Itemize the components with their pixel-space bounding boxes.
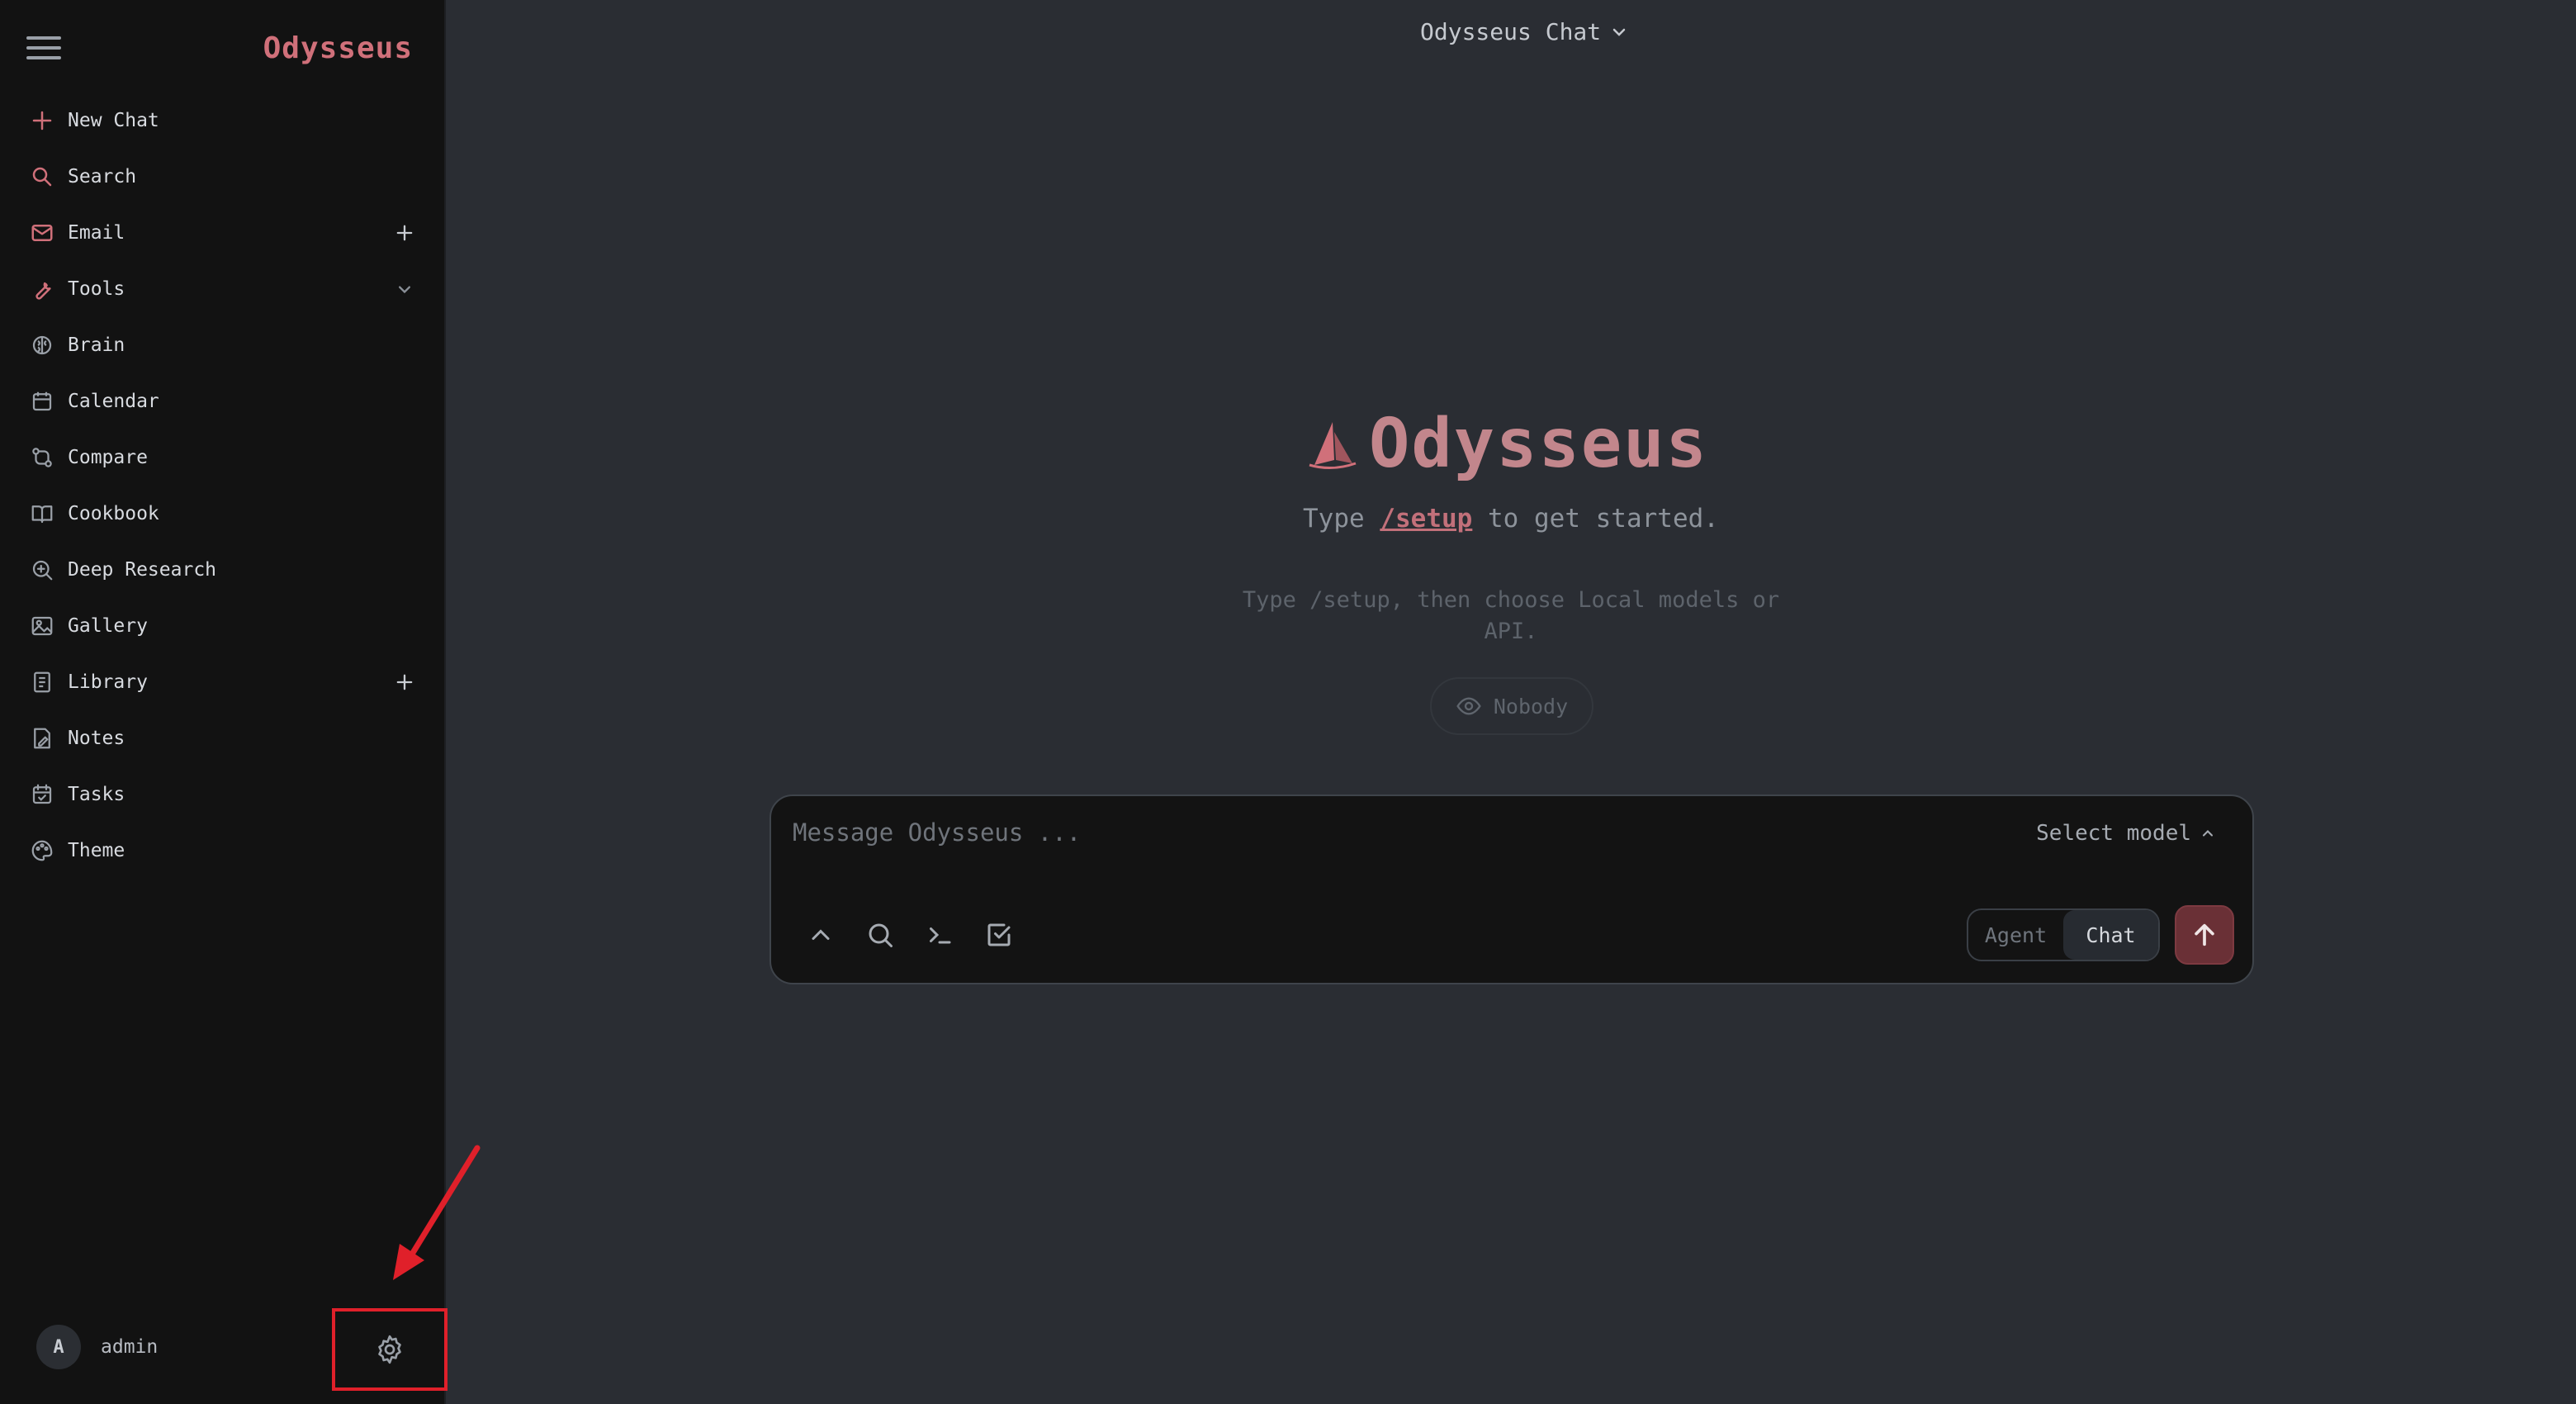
sidebar-item-label: Cookbook [68, 503, 159, 524]
image-icon [30, 614, 54, 638]
sidebar-item-email[interactable]: Email [0, 205, 446, 261]
sidebar-item-notes[interactable]: Notes [0, 710, 446, 766]
search-icon [869, 923, 893, 947]
task-button[interactable] [981, 917, 1017, 953]
model-selector[interactable]: Select model [2036, 821, 2216, 846]
sail-logo-icon [1309, 421, 1357, 469]
mode-chat[interactable]: Chat [2063, 910, 2158, 960]
chevron-down-icon[interactable] [393, 277, 416, 301]
plus-icon [30, 108, 54, 133]
add-email-icon[interactable] [393, 221, 416, 244]
sidebar-brand: Odysseus [263, 31, 413, 65]
sidebar-item-gallery[interactable]: Gallery [0, 598, 446, 654]
model-select-label: Select model [2036, 821, 2191, 846]
user-name: admin [101, 1336, 159, 1358]
checkbox-icon [987, 923, 1011, 946]
wrench-icon [30, 277, 54, 301]
expand-button[interactable] [803, 917, 839, 953]
sidebar-item-search[interactable]: Search [0, 149, 446, 205]
sidebar-item-tools[interactable]: Tools [0, 261, 446, 317]
hero-subtitle: Type /setup to get started. [826, 504, 2196, 534]
visibility-label: Nobody [1493, 694, 1569, 719]
palette-icon [30, 838, 54, 863]
topbar-title: Odysseus Chat [1420, 18, 1602, 45]
sidebar-item-calendar[interactable]: Calendar [0, 373, 446, 429]
arrow-up-icon [2195, 923, 2214, 946]
sidebar-item-new-chat[interactable]: New Chat [0, 92, 446, 149]
sidebar-item-label: Compare [68, 447, 148, 468]
send-button[interactable] [2175, 905, 2234, 965]
settings-button[interactable] [332, 1308, 447, 1391]
sidebar-item-label: Calendar [68, 391, 159, 412]
chat-mode-selector[interactable]: Odysseus Chat [1420, 18, 1629, 45]
visibility-button[interactable]: Nobody [1430, 677, 1593, 735]
web-search-button[interactable] [862, 917, 898, 953]
setup-link[interactable]: /setup [1380, 504, 1472, 534]
hero-heading: Odysseus [1305, 405, 1708, 483]
search-icon [30, 164, 54, 189]
sidebar-item-label: Deep Research [68, 559, 217, 581]
note-icon [30, 726, 54, 751]
calendar-icon [30, 389, 54, 414]
sidebar: Odysseus New Chat Search Email Tools Bra… [0, 0, 447, 1404]
sidebar-item-label: Tasks [68, 784, 125, 805]
chevron-up-icon [812, 929, 830, 940]
subtitle-suffix: to get started. [1488, 504, 1719, 534]
sidebar-item-label: Library [68, 671, 148, 693]
sidebar-item-label: Tools [68, 278, 125, 300]
subtitle-prefix: Type [1303, 504, 1365, 534]
sidebar-item-label: Notes [68, 728, 125, 749]
app-root: Odysseus New Chat Search Email Tools Bra… [0, 0, 2576, 1404]
book-icon [30, 501, 54, 526]
library-icon [30, 670, 54, 695]
mode-agent[interactable]: Agent [1968, 910, 2063, 960]
tasks-icon [30, 782, 54, 807]
sidebar-item-label: Search [68, 166, 137, 187]
sidebar-item-brain[interactable]: Brain [0, 317, 446, 373]
annotation-arrow-icon [393, 1145, 481, 1280]
menu-icon[interactable] [26, 36, 61, 63]
sidebar-item-cookbook[interactable]: Cookbook [0, 486, 446, 542]
sidebar-item-label: New Chat [68, 110, 159, 131]
message-input[interactable] [793, 813, 1866, 852]
sidebar-item-theme[interactable]: Theme [0, 823, 446, 879]
mail-icon [30, 221, 54, 245]
sidebar-item-compare[interactable]: Compare [0, 429, 446, 486]
chevron-down-icon [1612, 28, 1626, 36]
add-library-icon[interactable] [393, 671, 416, 694]
user-profile[interactable]: A admin [36, 1325, 158, 1369]
sidebar-nav: New Chat Search Email Tools Brain Calend… [0, 92, 446, 879]
brain-icon [30, 333, 54, 358]
research-icon [30, 557, 54, 582]
sidebar-item-label: Email [68, 222, 125, 244]
compare-icon [30, 445, 54, 470]
sidebar-item-deep-research[interactable]: Deep Research [0, 542, 446, 598]
setup-hint: Type /setup, then choose Local models or… [1242, 587, 1780, 644]
sidebar-item-label: Brain [68, 334, 125, 356]
gear-icon [378, 1335, 401, 1364]
sidebar-item-label: Theme [68, 840, 125, 861]
hero-title: Odysseus [1369, 405, 1708, 483]
sidebar-item-label: Gallery [68, 615, 148, 637]
avatar[interactable]: A [36, 1325, 81, 1369]
terminal-icon [930, 927, 951, 944]
message-composer: Select model Agent Chat [769, 794, 2254, 984]
mode-toggle: Agent Chat [1967, 908, 2160, 961]
eye-icon [1456, 697, 1481, 715]
chevron-up-icon [2202, 830, 2214, 837]
sidebar-item-library[interactable]: Library [0, 654, 446, 710]
terminal-button[interactable] [921, 917, 958, 953]
sidebar-item-tasks[interactable]: Tasks [0, 766, 446, 823]
